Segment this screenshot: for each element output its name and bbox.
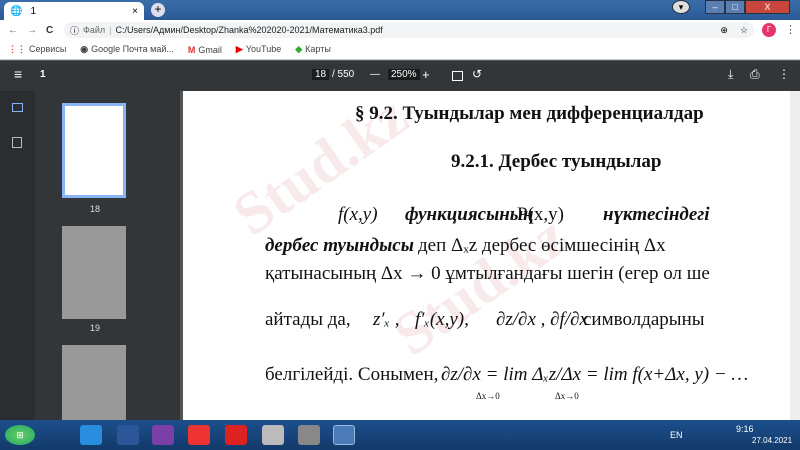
maximize-button[interactable]: □	[725, 0, 745, 14]
profile-dropdown-icon[interactable]: ▾	[672, 0, 690, 14]
address-bar[interactable]: ⓘ Файл | C:/Users/Админ/Desktop/Zhanka%2…	[64, 22, 754, 38]
app-icon[interactable]	[298, 425, 320, 445]
page-thumbnail-18[interactable]	[62, 103, 126, 198]
more-options-icon[interactable]: ⋮	[778, 67, 790, 81]
gmail-icon: M	[187, 44, 196, 55]
formula: z′ₓ ,	[373, 309, 400, 330]
bookmark-label: Сервисы	[29, 44, 67, 54]
bookmarks-bar: ⋮⋮ Сервисы ◉ Google Почта май... M Gmail ▶ Y…	[0, 40, 800, 60]
rotate-icon[interactable]: ↺	[472, 67, 482, 81]
section-heading: § 9.2. Туындылар мен дифференциалдар	[355, 103, 704, 124]
tab-close-button[interactable]: ×	[132, 6, 138, 17]
formula: ∂z/∂x = lim Δₓz/Δx = lim f(x+Δx, y) − …	[441, 364, 749, 385]
formula: Δx→0	[476, 391, 500, 401]
watermark: Stud.kz	[381, 202, 580, 369]
thumbnail-sidebar: 18 19	[0, 91, 180, 425]
bookmark-services[interactable]: ⋮⋮ Сервисы	[8, 44, 66, 55]
winrar-icon[interactable]	[152, 425, 174, 445]
text: функциясының	[405, 204, 534, 225]
forward-button[interactable]: →	[27, 25, 37, 36]
url-text: C:/Users/Админ/Desktop/Zhanka%202020-202…	[115, 25, 383, 35]
youtube-icon: ▶	[235, 44, 243, 54]
opera-icon[interactable]	[225, 425, 247, 445]
document-title: 1	[40, 69, 46, 80]
bookmark-label: Gmail	[198, 44, 222, 55]
sidebar-toggle-button[interactable]: ≡	[14, 66, 22, 82]
text: қатынасының Δx → 0 ұмтылғандағы шегін (е…	[265, 263, 710, 284]
pdf-page: Stud.kz Stud.kz § 9.2. Туындылар мен диф…	[183, 91, 790, 420]
globe-icon: 🌐	[10, 5, 23, 17]
globe-icon: ◉	[80, 44, 89, 54]
text: деп Δₓz дербес өсімшесінің Δx	[418, 235, 666, 256]
text: дербес туындысы	[265, 235, 414, 256]
minimize-button[interactable]: –	[705, 0, 725, 14]
formula: Δx→0	[555, 391, 579, 401]
bookmark-youtube[interactable]: ▶ YouTube	[236, 44, 281, 55]
text: белгілейді. Сонымен,	[265, 364, 439, 385]
fit-page-icon[interactable]	[452, 71, 463, 81]
outline-icon[interactable]	[12, 137, 22, 148]
chrome-menu-button[interactable]: ⋮	[785, 23, 796, 36]
bookmark-label: Карты	[305, 44, 331, 54]
page-number-input[interactable]: 18	[312, 69, 330, 80]
download-icon[interactable]: ⤓	[728, 67, 733, 82]
taskbar: ⊞ EN 9:16 27.04.2021	[0, 420, 800, 450]
avatar[interactable]: Г	[762, 23, 776, 37]
star-icon[interactable]: ☆	[740, 25, 748, 36]
clock-date[interactable]: 27.04.2021	[752, 436, 792, 445]
sidebar-rail	[0, 91, 35, 420]
ie-icon[interactable]	[80, 425, 102, 445]
start-button[interactable]: ⊞	[5, 425, 35, 445]
bookmark-google-mail[interactable]: ◉ Google Почта май...	[80, 44, 174, 55]
new-tab-button[interactable]: +	[151, 3, 165, 17]
formula: ∂z/∂x , ∂f/∂x	[496, 309, 588, 330]
bookmark-maps[interactable]: ◆ Карты	[295, 44, 331, 55]
apps-icon: ⋮⋮	[8, 44, 26, 54]
thumbnails-icon[interactable]	[12, 103, 23, 112]
tab-strip: 🌐 1 × + ▾ – □ X	[0, 0, 800, 20]
formula: f(x,y)	[338, 204, 378, 225]
text: нүктесіндегі	[603, 204, 710, 225]
subsection-heading: 9.2.1. Дербес туындылар	[451, 151, 662, 172]
zoom-out-button[interactable]: —	[370, 69, 380, 80]
word-icon[interactable]	[117, 425, 139, 445]
scheme-label: Файл	[83, 25, 106, 35]
page-thumbnail-19[interactable]	[62, 226, 126, 319]
bookmark-label: YouTube	[245, 44, 282, 54]
print-icon[interactable]: ⎙	[750, 67, 760, 82]
maps-icon: ◆	[295, 44, 303, 54]
vertical-scrollbar[interactable]	[790, 91, 800, 420]
bookmark-gmail[interactable]: M Gmail	[188, 45, 222, 55]
chrome-icon[interactable]	[333, 425, 355, 445]
text: символдарыны	[583, 309, 705, 330]
back-button[interactable]: ←	[8, 25, 18, 36]
text: айтады да,	[265, 309, 351, 330]
zoom-input[interactable]: 250%	[388, 69, 420, 80]
language-indicator[interactable]: EN	[670, 430, 683, 440]
tab-title: 1	[30, 5, 37, 17]
zoom-icon[interactable]: ⊕	[720, 25, 728, 36]
page-thumbnail-20[interactable]	[62, 345, 126, 425]
close-window-button[interactable]: X	[745, 0, 790, 14]
zoom-in-button[interactable]: +	[422, 67, 430, 82]
formula: f′ₓ(x,y),	[415, 309, 469, 330]
app-icon[interactable]	[262, 425, 284, 445]
page-total: / 550	[332, 69, 355, 80]
formula: P(x,y)	[517, 204, 564, 225]
info-icon[interactable]: ⓘ	[70, 24, 79, 37]
pdf-toolbar: ≡ 1 18 / 550 — 250% + ↺ ⤓ ⎙ ⋮	[0, 61, 800, 91]
thumbnail-label: 18	[89, 204, 100, 214]
reload-button[interactable]: C	[46, 25, 53, 36]
yandex-icon[interactable]	[188, 425, 210, 445]
bookmark-label: Google Почта май...	[91, 44, 174, 54]
tab-active[interactable]: 🌐 1 ×	[4, 2, 144, 20]
clock-time[interactable]: 9:16	[736, 424, 754, 434]
thumbnail-label: 19	[89, 323, 100, 333]
